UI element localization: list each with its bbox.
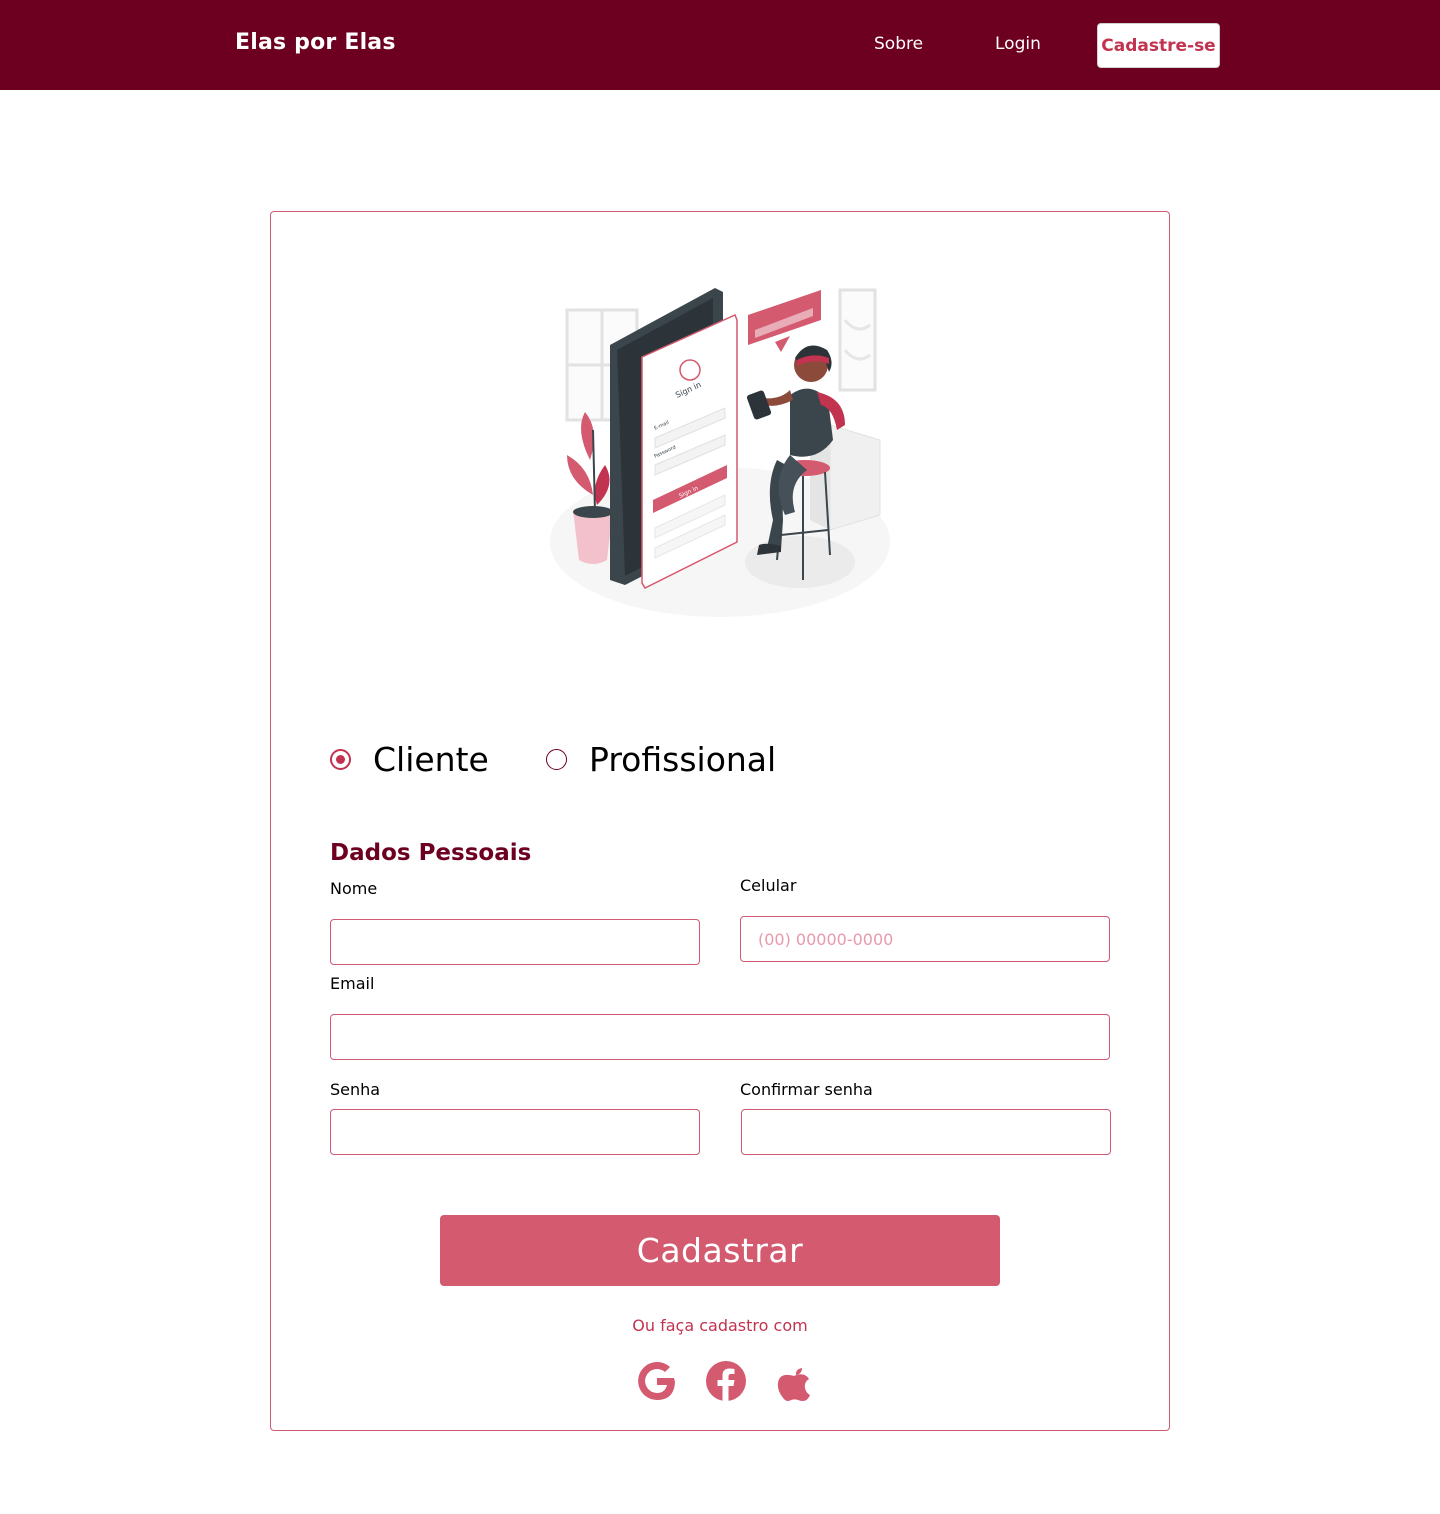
senha-input[interactable] (330, 1109, 700, 1155)
google-icon[interactable] (636, 1360, 678, 1402)
radio-selected-dot (336, 755, 345, 764)
radio-cliente-indicator[interactable] (330, 749, 351, 770)
brand-logo[interactable]: Elas por Elas (235, 30, 396, 55)
email-input[interactable] (330, 1014, 1110, 1060)
nav-button-cadastre-se[interactable]: Cadastre-se (1097, 23, 1220, 68)
confirmar-senha-label: Confirmar senha (740, 1080, 873, 1099)
apple-icon[interactable] (773, 1360, 815, 1402)
radio-profissional-indicator[interactable] (546, 749, 567, 770)
social-signup-text: Ou faça cadastro com (632, 1316, 808, 1335)
sign-in-illustration: Sign in E-mail Password Sign in (550, 288, 890, 617)
section-title-dados-pessoais: Dados Pessoais (330, 840, 532, 866)
radio-profissional-label: Profissional (589, 740, 777, 779)
cadastrar-button[interactable]: Cadastrar (440, 1215, 1000, 1286)
nome-label: Nome (330, 879, 378, 898)
top-navbar: Elas por Elas Sobre Login Cadastre-se (0, 0, 1440, 90)
radio-cliente[interactable]: Cliente (330, 740, 489, 779)
email-label: Email (330, 974, 375, 993)
celular-label: Celular (740, 876, 797, 895)
nav-link-login[interactable]: Login (995, 34, 1041, 54)
nome-input[interactable] (330, 919, 700, 965)
celular-input[interactable] (740, 916, 1110, 962)
radio-profissional[interactable]: Profissional (546, 740, 776, 779)
facebook-icon[interactable] (705, 1360, 747, 1402)
radio-cliente-label: Cliente (373, 740, 489, 779)
senha-label: Senha (330, 1080, 381, 1099)
confirmar-senha-input[interactable] (741, 1109, 1111, 1155)
nav-link-sobre[interactable]: Sobre (874, 34, 923, 54)
